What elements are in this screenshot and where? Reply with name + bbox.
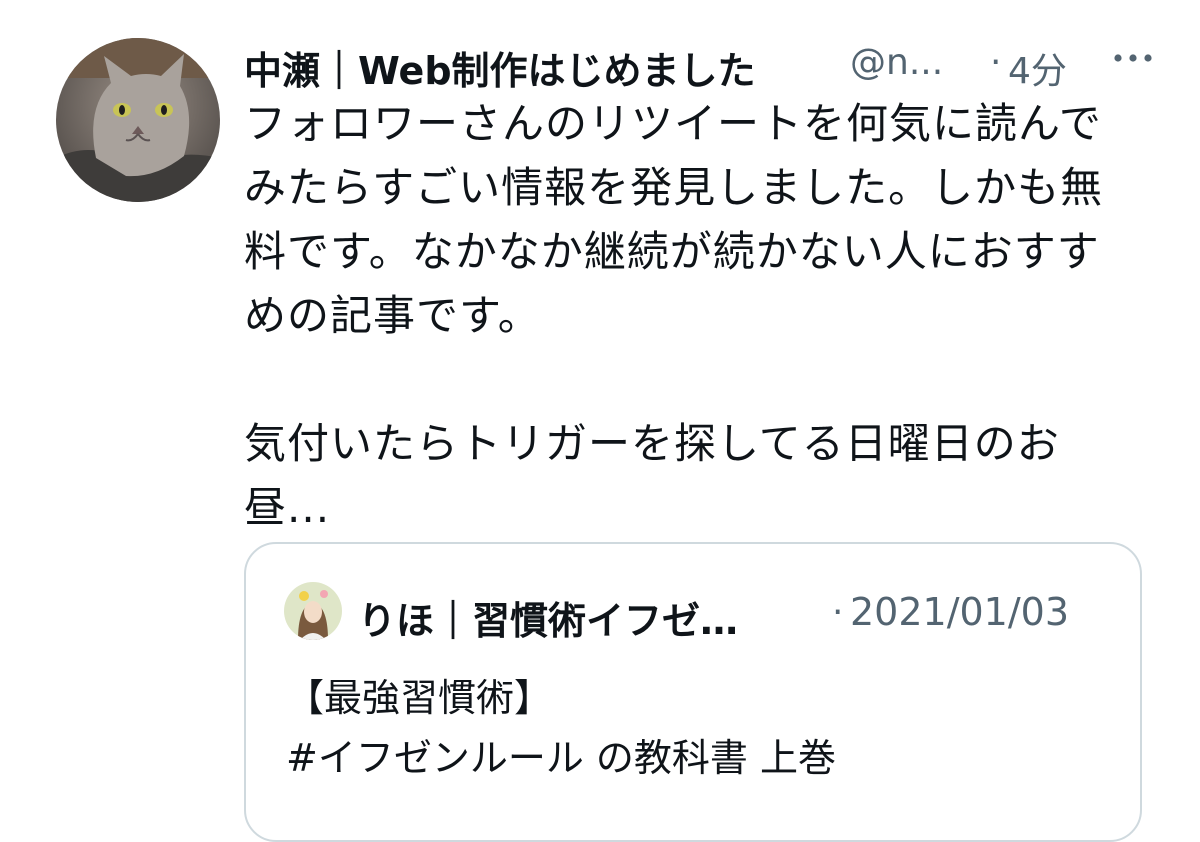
- quoted-author-name[interactable]: りほ｜習慣術イフゼ…: [358, 590, 738, 645]
- quoted-tweet-text: 【最強習慣術】 #イフゼンルール の教科書 上巻: [286, 668, 836, 788]
- tweet-text-line: 気付いたらトリガーを探してる日曜日のお: [244, 419, 1060, 468]
- separator-dot: ·: [832, 592, 844, 633]
- tweet-text-line: 料です。なかなか継続が続かない人におすす: [244, 227, 1100, 276]
- tweet-text-line: めの記事です。: [244, 291, 541, 340]
- author-handle[interactable]: @n...: [850, 42, 943, 83]
- quoted-text-line: #イフゼンルール の教科書 上巻: [286, 736, 836, 780]
- author-name[interactable]: 中瀬｜Web制作はじめました: [244, 40, 756, 90]
- tweet-text-line: フォロワーさんのリツイートを何気に読んで: [244, 99, 1102, 148]
- more-horizontal-icon[interactable]: [1110, 38, 1156, 78]
- quoted-text-line: 【最強習慣術】: [286, 676, 553, 720]
- tweet-text-line: 昼...: [244, 483, 331, 532]
- tweet-text-line: [244, 348, 1164, 412]
- separator-dot: ·: [990, 42, 1002, 83]
- tweet-time[interactable]: 4分: [1008, 42, 1067, 90]
- tweet-text-line: みたらすごい情報を発見しました。しかも無: [244, 163, 1104, 212]
- author-avatar[interactable]: [56, 38, 220, 202]
- quoted-tweet-date[interactable]: 2021/01/03: [850, 590, 1069, 634]
- quoted-author-avatar[interactable]: [284, 582, 342, 640]
- tweet-header: 中瀬｜Web制作はじめました @n... · 4分: [244, 34, 1164, 90]
- tweet-text: フォロワーさんのリツイートを何気に読んで みたらすごい情報を発見しました。しかも…: [244, 92, 1164, 540]
- quoted-tweet-card[interactable]: りほ｜習慣術イフゼ… · 2021/01/03 【最強習慣術】 #イフゼンルール…: [244, 542, 1142, 842]
